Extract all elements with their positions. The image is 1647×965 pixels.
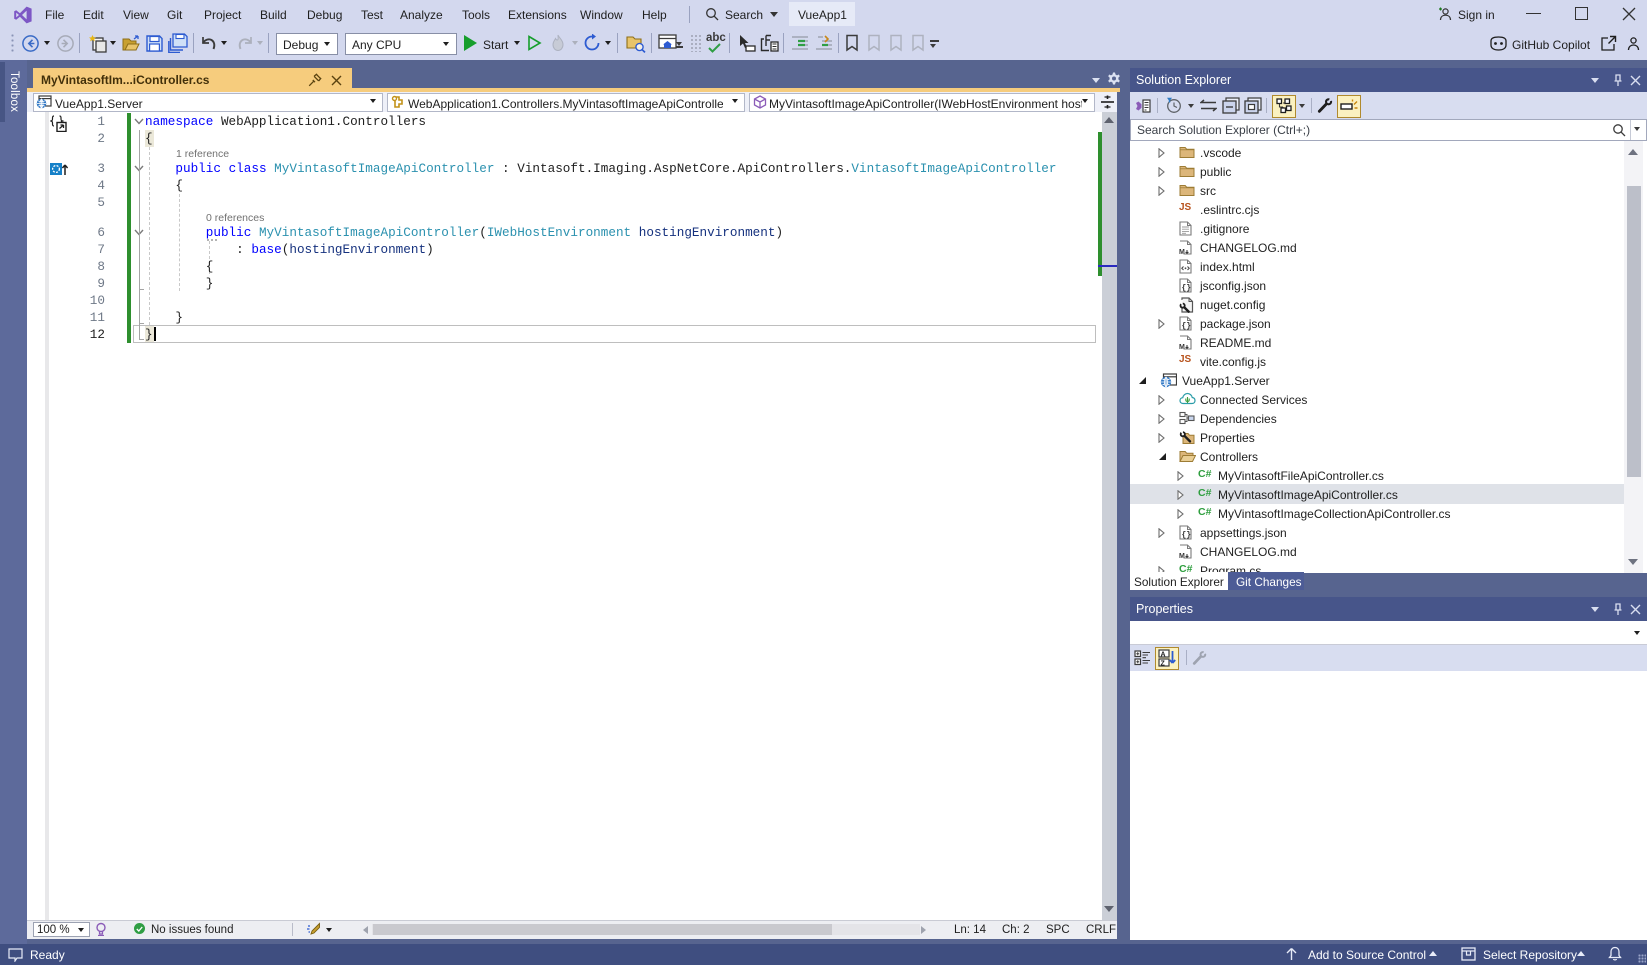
- svg-text:{}: {}: [1182, 531, 1192, 540]
- svg-text:M: M: [1179, 249, 1185, 255]
- svg-text:{}: {}: [1182, 284, 1192, 293]
- svg-text:{}: {}: [1182, 322, 1192, 331]
- svg-text:M: M: [1179, 553, 1185, 559]
- svg-text:A: A: [1161, 652, 1166, 659]
- svg-text:M: M: [1179, 344, 1185, 350]
- svg-text:Z: Z: [1161, 661, 1166, 668]
